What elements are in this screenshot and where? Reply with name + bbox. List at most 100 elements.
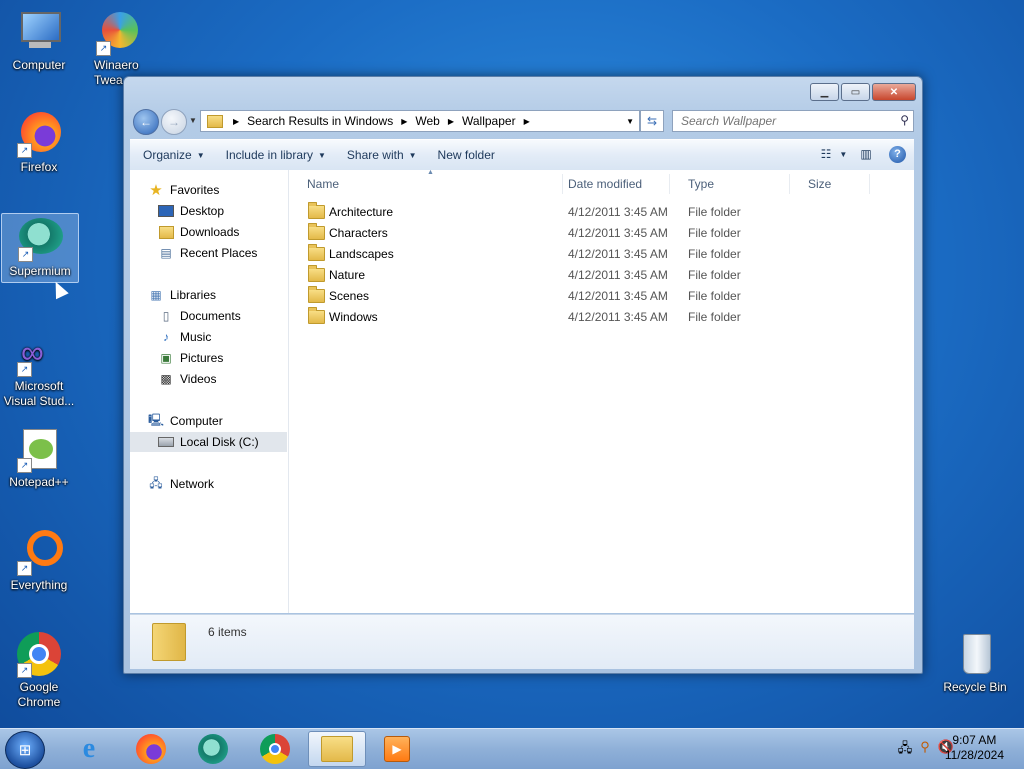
file-date: 4/12/2011 3:45 AM — [568, 247, 668, 261]
libraries-icon: ▦ — [150, 288, 162, 302]
breadcrumb-separator-icon[interactable]: ▶ — [233, 117, 239, 126]
recent-places-icon: ▤ — [160, 246, 172, 260]
nav-label: Desktop — [180, 204, 225, 218]
taskbar-supermium[interactable] — [186, 731, 240, 767]
taskbar-windows-explorer[interactable] — [308, 731, 366, 767]
nav-pictures[interactable]: ▣ Pictures — [158, 348, 223, 368]
address-dropdown-icon[interactable]: ▼ — [626, 117, 634, 126]
taskbar-internet-explorer[interactable]: e — [62, 731, 116, 767]
start-button[interactable]: ⊞ — [5, 731, 45, 769]
nav-computer[interactable]: 🖳 Computer — [148, 411, 223, 431]
nav-desktop[interactable]: Desktop — [158, 201, 224, 221]
navigation-pane: ★ Favorites Desktop Downloads ▤ Recent P… — [130, 170, 289, 613]
forward-button[interactable]: → — [161, 109, 187, 135]
desktop-icon-label: Microsoft Visual Stud... — [3, 379, 75, 408]
nav-label: Videos — [180, 372, 217, 386]
firefox-icon — [136, 734, 166, 764]
network-tray-icon[interactable]: 🖧 — [898, 739, 913, 761]
nav-label: Documents — [180, 309, 241, 323]
maximize-button[interactable]: ▭ — [841, 83, 870, 101]
nav-videos[interactable]: ▩ Videos — [158, 369, 216, 389]
folder-icon — [308, 244, 325, 261]
desktop-icon-notepadpp[interactable]: ↗ Notepad++ — [1, 425, 77, 490]
breadcrumb-wallpaper[interactable]: Wallpaper — [462, 114, 516, 128]
nav-recent-places[interactable]: ▤ Recent Places — [158, 243, 257, 263]
breadcrumb-separator-icon[interactable]: ▶ — [401, 117, 407, 126]
file-row[interactable]: Windows 4/12/2011 3:45 AM File folder — [289, 307, 889, 328]
column-header-type[interactable]: Type — [670, 174, 790, 194]
nav-music[interactable]: ♪ Music — [158, 327, 211, 347]
address-bar[interactable]: ▶ Search Results in Windows ▶ Web ▶ Wall… — [200, 110, 640, 132]
explorer-window: ▁ ▭ ✕ ← → ▼ ▶ Search Results in Windows … — [123, 76, 923, 674]
recent-pages-dropdown-icon[interactable]: ▼ — [189, 116, 197, 125]
file-row[interactable]: Landscapes 4/12/2011 3:45 AM File folder — [289, 244, 889, 265]
taskbar-media-player[interactable]: ▶ — [370, 731, 424, 767]
nav-label: Local Disk (C:) — [180, 435, 259, 449]
column-header-size[interactable]: Size — [790, 174, 870, 194]
organize-menu[interactable]: Organize ▼ — [143, 148, 205, 162]
change-view-icon[interactable]: ☷ ▼ — [821, 145, 848, 163]
supermium-icon: ↗ — [16, 214, 64, 262]
shortcut-arrow-icon: ↗ — [17, 143, 32, 158]
file-type: File folder — [688, 310, 741, 324]
nav-documents[interactable]: ▯ Documents — [158, 306, 241, 326]
desktop-icon-visual-studio[interactable]: ∞ ↗ Microsoft Visual Stud... — [1, 329, 77, 409]
breadcrumb-search-results[interactable]: Search Results in Windows — [247, 114, 393, 128]
search-icon[interactable]: ⚲ — [900, 113, 909, 127]
documents-icon: ▯ — [162, 309, 170, 323]
nav-downloads[interactable]: Downloads — [158, 222, 239, 242]
clock-time: 9:07 AM — [952, 733, 997, 747]
desktop-icon-computer[interactable]: Computer — [1, 8, 77, 73]
desktop-icon-label: Notepad++ — [9, 475, 69, 489]
breadcrumb-separator-icon[interactable]: ▶ — [524, 117, 530, 126]
search-input[interactable] — [679, 113, 888, 129]
file-name: Characters — [329, 226, 388, 240]
include-in-library-menu[interactable]: Include in library ▼ — [226, 148, 326, 162]
shortcut-arrow-icon: ↗ — [17, 663, 32, 678]
desktop-icon-recycle-bin[interactable]: Recycle Bin — [937, 630, 1013, 695]
share-with-menu[interactable]: Share with ▼ — [347, 148, 417, 162]
file-row[interactable]: Architecture 4/12/2011 3:45 AM File fold… — [289, 202, 889, 223]
nav-local-disk[interactable]: Local Disk (C:) — [130, 432, 287, 452]
minimize-button[interactable]: ▁ — [810, 83, 839, 101]
refresh-button[interactable]: ⇆ — [640, 110, 664, 132]
folder-icon — [308, 223, 325, 240]
file-row[interactable]: Scenes 4/12/2011 3:45 AM File folder — [289, 286, 889, 307]
firefox-icon: ↗ — [15, 110, 63, 158]
breadcrumb-separator-icon[interactable]: ▶ — [448, 117, 454, 126]
help-icon[interactable]: ? — [889, 145, 906, 163]
file-type: File folder — [688, 205, 741, 219]
desktop-icon-supermium[interactable]: ↗ Supermium — [1, 213, 79, 283]
column-header-date[interactable]: Date modified — [550, 174, 670, 194]
desktop-icon-chrome[interactable]: ↗ Google Chrome — [1, 630, 77, 710]
taskbar-firefox[interactable] — [124, 731, 178, 767]
nav-label: Music — [180, 330, 212, 344]
preview-pane-icon[interactable]: ▥ — [857, 145, 875, 163]
file-row[interactable]: Characters 4/12/2011 3:45 AM File folder — [289, 223, 889, 244]
back-button[interactable]: ← — [133, 109, 159, 135]
shortcut-arrow-icon: ↗ — [17, 561, 32, 576]
desktop-icon-label: Firefox — [20, 160, 58, 174]
nav-label: Libraries — [170, 288, 217, 302]
file-date: 4/12/2011 3:45 AM — [568, 205, 668, 219]
nav-label: Recent Places — [180, 246, 258, 260]
breadcrumb-web[interactable]: Web — [415, 114, 439, 128]
clock[interactable]: 9:07 AM 11/28/2024 — [945, 733, 1004, 763]
close-button[interactable]: ✕ — [872, 83, 916, 101]
search-tray-icon[interactable]: ⚲ — [920, 739, 930, 761]
desktop-icon-firefox[interactable]: ↗ Firefox — [1, 110, 77, 175]
chrome-icon: ↗ — [15, 630, 63, 678]
chevron-down-icon: ▼ — [408, 150, 417, 160]
item-count: 6 items — [208, 625, 247, 639]
desktop-icon-everything[interactable]: ↗ Everything — [1, 528, 77, 593]
column-header-name[interactable]: Name ▲ — [289, 169, 563, 194]
nav-label: Pictures — [180, 351, 224, 365]
new-folder-label: New folder — [437, 148, 495, 162]
nav-favorites[interactable]: ★ Favorites — [148, 180, 219, 200]
new-folder-button[interactable]: New folder — [438, 148, 495, 162]
nav-network[interactable]: 🖧 Network — [148, 474, 214, 494]
nav-libraries[interactable]: ▦ Libraries — [148, 285, 216, 305]
taskbar-chrome[interactable] — [248, 731, 302, 767]
file-row[interactable]: Nature 4/12/2011 3:45 AM File folder — [289, 265, 889, 286]
media-player-icon: ▶ — [384, 736, 410, 762]
